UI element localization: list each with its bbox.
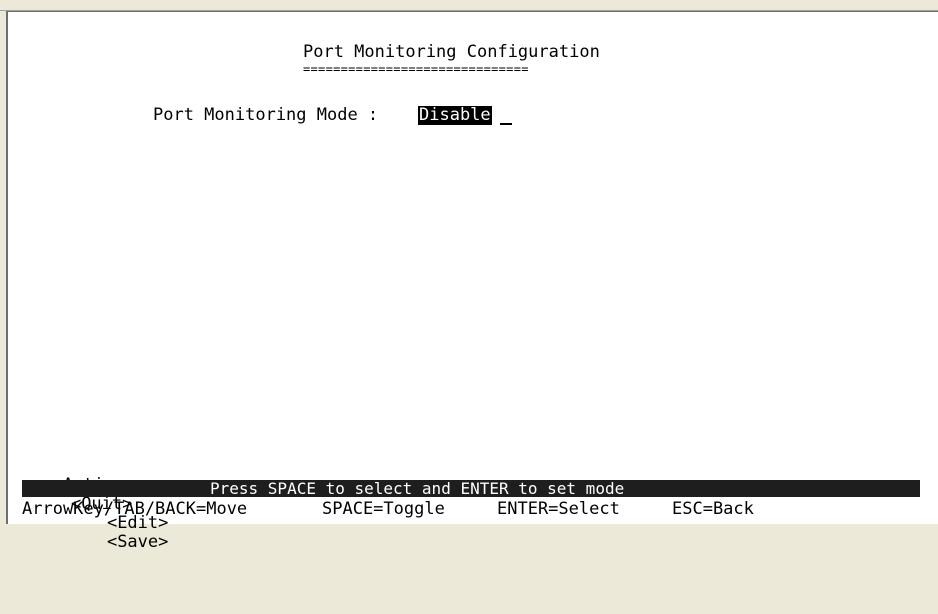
- save-action[interactable]: <Save>: [107, 532, 168, 552]
- text-cursor: [500, 123, 512, 125]
- terminal-screen: Port Monitoring Configuration ==========…: [6, 11, 938, 552]
- title-underline: ==============================: [303, 62, 529, 76]
- key-select: ENTER=Select: [497, 499, 620, 519]
- hint-bar: Press SPACE to select and ENTER to set m…: [22, 480, 920, 497]
- window-top-strip: [0, 0, 938, 11]
- port-monitoring-mode-field[interactable]: Disable: [418, 106, 492, 125]
- key-back: ESC=Back: [672, 499, 754, 519]
- key-move: ArrowKey/TAB/BACK=Move: [22, 499, 248, 519]
- key-toggle: SPACE=Toggle: [322, 499, 445, 519]
- port-monitoring-mode-label: Port Monitoring Mode :: [153, 105, 379, 125]
- key-legend: ArrowKey/TAB/BACK=Move SPACE=Toggle ENTE…: [22, 500, 754, 614]
- hint-text: Press SPACE to select and ENTER to set m…: [210, 479, 625, 498]
